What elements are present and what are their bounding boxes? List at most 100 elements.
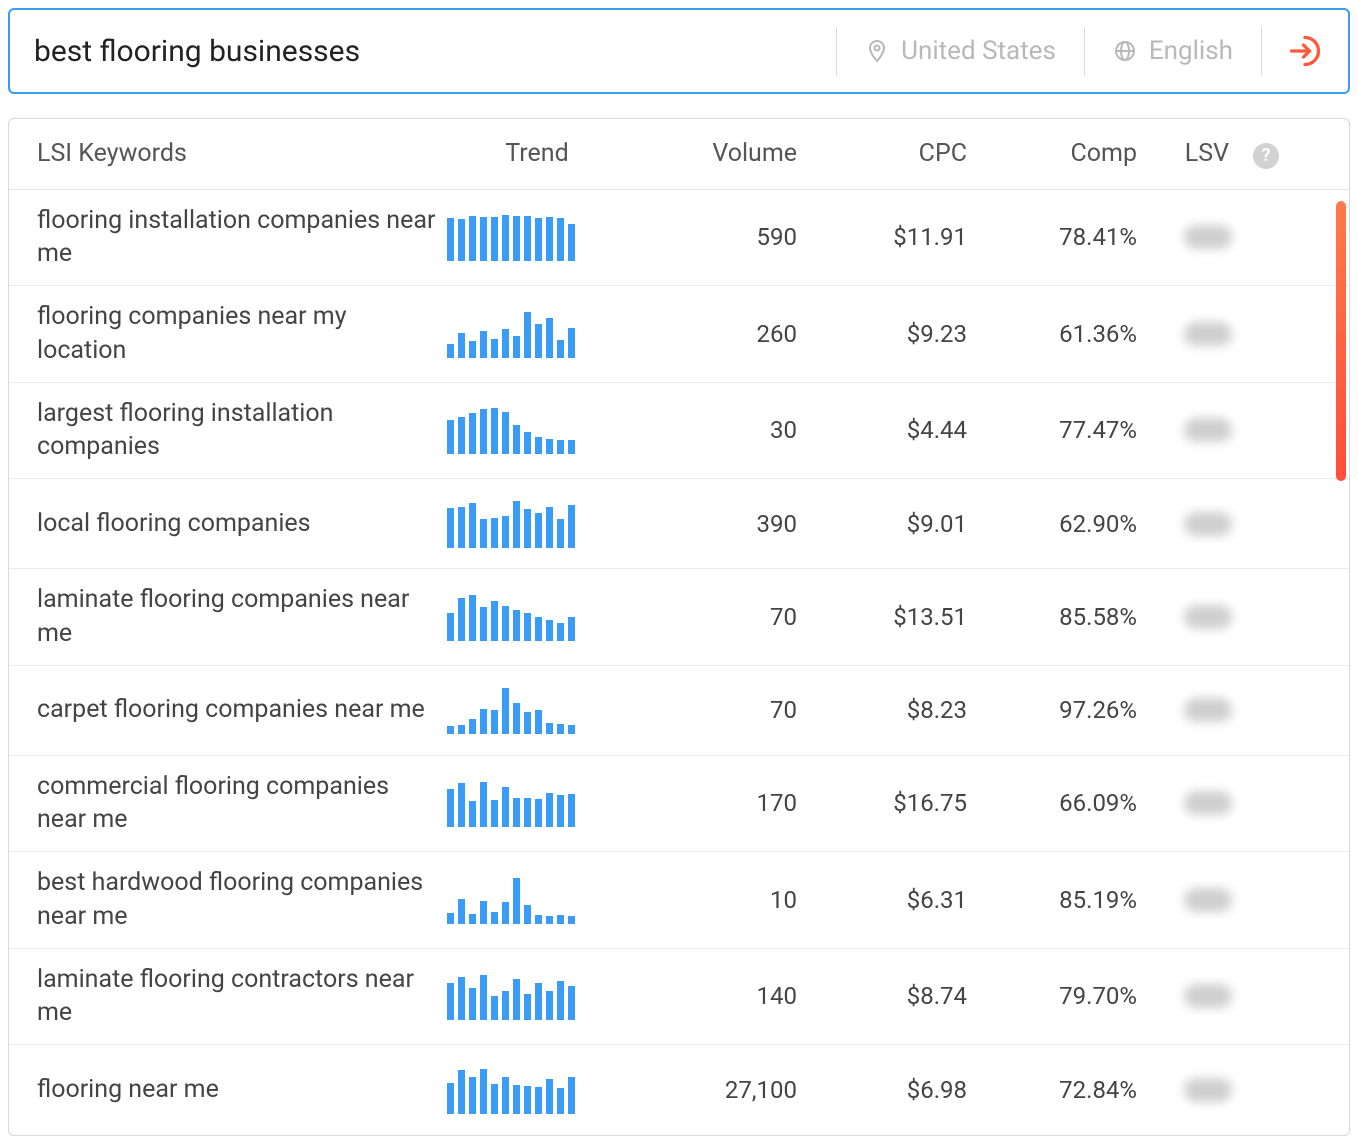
table-row[interactable]: local flooring companies 390$9.0162.90% — [9, 479, 1349, 569]
lsv-blurred-value — [1184, 322, 1232, 346]
keyword-cell: largest flooring installation companies — [37, 397, 447, 465]
trend-sparkline — [447, 213, 627, 261]
trend-sparkline — [447, 972, 627, 1020]
language-selector[interactable]: English — [1085, 36, 1261, 66]
search-input[interactable] — [34, 34, 836, 69]
lsv-cell — [1137, 512, 1279, 536]
comp-cell: 61.36% — [967, 320, 1137, 348]
help-cell: ? — [1229, 139, 1279, 169]
volume-cell: 140 — [627, 982, 797, 1010]
cpc-cell: $6.98 — [797, 1076, 967, 1104]
lsv-blurred-value — [1184, 1078, 1232, 1102]
trend-sparkline — [447, 310, 627, 358]
table-row[interactable]: carpet flooring companies near me 70$8.23… — [9, 666, 1349, 756]
column-trend[interactable]: Trend — [447, 139, 627, 168]
table-row[interactable]: flooring near me 27,100$6.9872.84% — [9, 1045, 1349, 1135]
language-label: English — [1149, 36, 1233, 66]
lsv-cell — [1137, 605, 1279, 629]
keyword-cell: local flooring companies — [37, 507, 447, 541]
trend-sparkline — [447, 686, 627, 734]
comp-cell: 85.58% — [967, 603, 1137, 631]
keyword-cell: flooring near me — [37, 1073, 447, 1107]
lsv-blurred-value — [1184, 418, 1232, 442]
volume-cell: 260 — [627, 320, 797, 348]
lsv-blurred-value — [1184, 984, 1232, 1008]
volume-cell: 70 — [627, 603, 797, 631]
cpc-cell: $4.44 — [797, 416, 967, 444]
volume-cell: 27,100 — [627, 1076, 797, 1104]
lsv-cell — [1137, 698, 1279, 722]
volume-cell: 170 — [627, 789, 797, 817]
lsv-blurred-value — [1184, 605, 1232, 629]
column-volume[interactable]: Volume — [627, 139, 797, 168]
table-row[interactable]: laminate flooring companies near me 70$13… — [9, 569, 1349, 666]
keyword-cell: laminate flooring companies near me — [37, 583, 447, 651]
table-row[interactable]: laminate flooring contractors near me 140… — [9, 949, 1349, 1046]
cpc-cell: $11.91 — [797, 223, 967, 251]
lsv-blurred-value — [1184, 888, 1232, 912]
lsv-blurred-value — [1184, 512, 1232, 536]
lsv-cell — [1137, 418, 1279, 442]
cpc-cell: $16.75 — [797, 789, 967, 817]
table-row[interactable]: flooring installation companies near me 5… — [9, 190, 1349, 287]
comp-cell: 77.47% — [967, 416, 1137, 444]
column-keywords[interactable]: LSI Keywords — [37, 139, 447, 168]
pin-icon — [865, 37, 889, 65]
scrollbar-thumb[interactable] — [1336, 201, 1346, 481]
search-bar: United States English — [8, 8, 1350, 94]
column-lsv[interactable]: LSV — [1137, 139, 1229, 168]
keyword-cell: flooring installation companies near me — [37, 204, 447, 272]
volume-cell: 30 — [627, 416, 797, 444]
table-row[interactable]: flooring companies near my location 260$9… — [9, 286, 1349, 383]
volume-cell: 390 — [627, 510, 797, 538]
keyword-cell: laminate flooring contractors near me — [37, 963, 447, 1031]
cpc-cell: $13.51 — [797, 603, 967, 631]
table-row[interactable]: commercial flooring companies near me 170… — [9, 756, 1349, 853]
volume-cell: 10 — [627, 886, 797, 914]
cpc-cell: $6.31 — [797, 886, 967, 914]
comp-cell: 85.19% — [967, 886, 1137, 914]
table-body: flooring installation companies near me 5… — [9, 190, 1349, 1136]
trend-sparkline — [447, 593, 627, 641]
comp-cell: 62.90% — [967, 510, 1137, 538]
lsv-cell — [1137, 225, 1279, 249]
column-cpc[interactable]: CPC — [797, 139, 967, 168]
lsv-cell — [1137, 984, 1279, 1008]
lsv-cell — [1137, 888, 1279, 912]
table-row[interactable]: best hardwood flooring companies near me… — [9, 852, 1349, 949]
lsv-blurred-value — [1184, 225, 1232, 249]
volume-cell: 70 — [627, 696, 797, 724]
help-icon[interactable]: ? — [1253, 143, 1279, 169]
lsv-cell — [1137, 322, 1279, 346]
comp-cell: 97.26% — [967, 696, 1137, 724]
trend-sparkline — [447, 779, 627, 827]
keyword-cell: commercial flooring companies near me — [37, 770, 447, 838]
trend-sparkline — [447, 500, 627, 548]
volume-cell: 590 — [627, 223, 797, 251]
lsv-cell — [1137, 1078, 1279, 1102]
enter-arrow-icon — [1287, 33, 1323, 69]
cpc-cell: $8.74 — [797, 982, 967, 1010]
location-selector[interactable]: United States — [837, 36, 1084, 66]
keyword-cell: best hardwood flooring companies near me — [37, 866, 447, 934]
submit-button[interactable] — [1286, 32, 1324, 70]
lsv-blurred-value — [1184, 791, 1232, 815]
comp-cell: 66.09% — [967, 789, 1137, 817]
keyword-cell: flooring companies near my location — [37, 300, 447, 368]
cpc-cell: $9.01 — [797, 510, 967, 538]
globe-icon — [1113, 38, 1137, 64]
table-row[interactable]: largest flooring installation companies 3… — [9, 383, 1349, 480]
comp-cell: 79.70% — [967, 982, 1137, 1010]
comp-cell: 72.84% — [967, 1076, 1137, 1104]
keyword-cell: carpet flooring companies near me — [37, 693, 447, 727]
trend-sparkline — [447, 876, 627, 924]
cpc-cell: $9.23 — [797, 320, 967, 348]
column-comp[interactable]: Comp — [967, 139, 1137, 168]
trend-sparkline — [447, 1066, 627, 1114]
lsv-blurred-value — [1184, 698, 1232, 722]
lsv-cell — [1137, 791, 1279, 815]
cpc-cell: $8.23 — [797, 696, 967, 724]
comp-cell: 78.41% — [967, 223, 1137, 251]
table-header: LSI Keywords Trend Volume CPC Comp LSV ? — [9, 119, 1349, 190]
location-label: United States — [901, 36, 1056, 66]
